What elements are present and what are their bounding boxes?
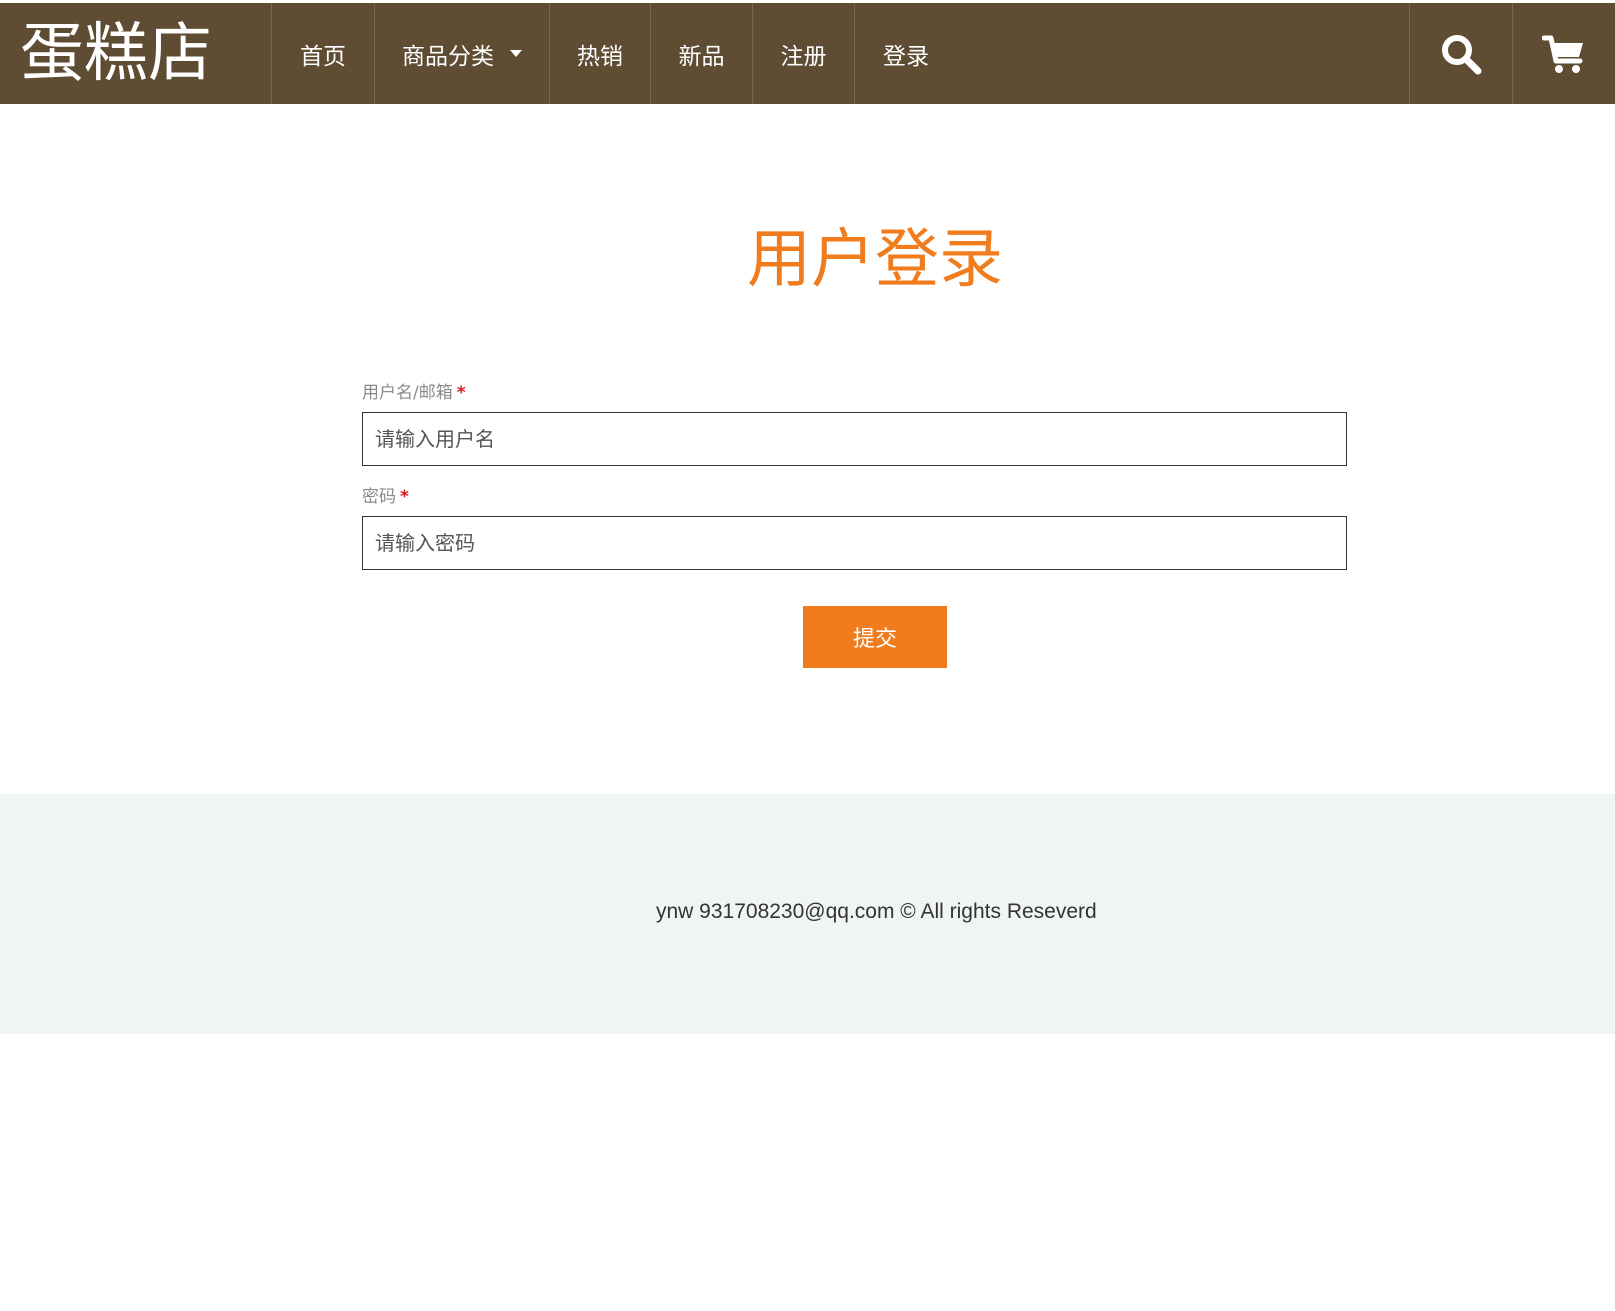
submit-button[interactable]: 提交 [803,606,947,668]
required-mark: * [400,487,409,507]
top-navbar: 蛋糕店 首页 商品分类 热销 新品 注册 登录 [0,3,1615,104]
search-button[interactable] [1409,3,1512,104]
password-label-text: 密码 [362,487,396,507]
required-mark: * [456,383,466,403]
page-title: 用户登录 [747,223,1003,297]
password-label: 密码 * [362,482,409,507]
username-label-text: 用户名/邮箱 [362,383,453,403]
username-input[interactable] [362,412,1347,466]
nav-item-label: 注册 [780,43,827,70]
nav-item-login[interactable]: 登录 [855,3,957,104]
nav-item-label: 商品分类 [402,43,494,70]
nav-item-hot[interactable]: 热销 [550,3,651,104]
nav-item-home[interactable]: 首页 [272,3,375,104]
search-icon [1442,34,1482,74]
nav-item-categories[interactable]: 商品分类 [375,3,550,104]
cart-button[interactable] [1512,3,1615,104]
nav-item-label: 首页 [300,43,346,70]
footer-copyright: ynw 931708230@qq.com © All rights Reseve… [656,900,1097,923]
nav-item-label: 登录 [883,43,929,70]
brand-logo[interactable]: 蛋糕店 [0,3,272,104]
password-input[interactable] [362,516,1347,570]
cart-icon [1542,35,1583,73]
nav-item-register[interactable]: 注册 [753,3,855,104]
nav-item-label: 新品 [678,43,725,70]
nav-item-label: 热销 [577,43,623,70]
username-label: 用户名/邮箱 * [362,378,466,403]
nav-item-new[interactable]: 新品 [651,3,753,104]
footer: ynw 931708230@qq.com © All rights Reseve… [0,794,1615,1034]
chevron-down-icon [510,50,522,57]
